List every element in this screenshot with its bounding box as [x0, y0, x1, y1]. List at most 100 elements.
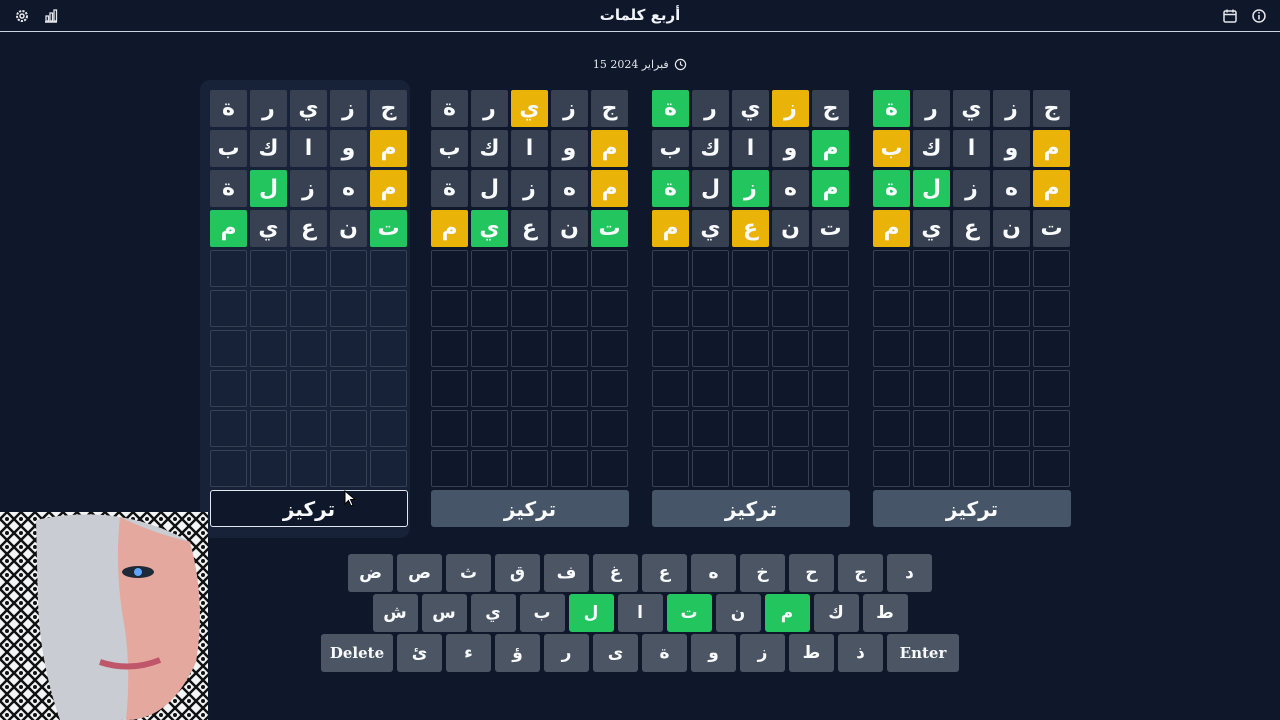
key[interactable]: ا — [617, 594, 663, 632]
letter-tile: ر — [471, 90, 508, 127]
key[interactable]: ئ — [397, 634, 442, 672]
key[interactable]: ش — [372, 594, 418, 632]
letter-tile: ز — [330, 90, 367, 127]
letter-tile: ز — [511, 170, 548, 207]
key[interactable]: ط — [789, 634, 834, 672]
key[interactable]: ى — [593, 634, 638, 672]
focus-button[interactable]: تركيز — [652, 490, 850, 527]
key[interactable]: ة — [642, 634, 687, 672]
letter-tile: ي — [692, 210, 729, 247]
empty-tile — [913, 450, 950, 487]
empty-tile — [431, 290, 468, 327]
word-board-2[interactable]: ج ز ي ر ة م و ا ك ب م ه ز ل ة ت ن ع ي م تركيز — [421, 80, 631, 538]
key[interactable]: ف — [544, 554, 589, 592]
letter-tile: ج — [370, 90, 407, 127]
empty-tile — [330, 370, 367, 407]
empty-tile — [250, 250, 287, 287]
info-icon[interactable] — [1251, 8, 1267, 24]
key[interactable]: ذ — [838, 634, 883, 672]
empty-tile — [873, 450, 910, 487]
key[interactable]: ؤ — [495, 634, 540, 672]
key[interactable]: ح — [789, 554, 834, 592]
focus-button[interactable]: تركيز — [431, 490, 629, 527]
focus-button[interactable]: تركيز — [210, 490, 408, 527]
letter-tile: ا — [511, 130, 548, 167]
letter-tile: ا — [290, 130, 327, 167]
word-board-4[interactable]: ج ز ي ر ة م و ا ك ب م ه ز ل ة ت ن ع ي م تركيز — [863, 80, 1073, 538]
letter-tile: ن — [993, 210, 1030, 247]
letter-tile: ة — [210, 90, 247, 127]
key[interactable]: د — [887, 554, 932, 592]
key[interactable]: ث — [446, 554, 491, 592]
key[interactable]: ع — [642, 554, 687, 592]
empty-tile — [250, 410, 287, 447]
key[interactable]: خ — [740, 554, 785, 592]
letter-tile: ة — [431, 90, 468, 127]
letter-tile: ل — [471, 170, 508, 207]
letter-tile: ك — [471, 130, 508, 167]
empty-tile — [210, 410, 247, 447]
key[interactable]: ض — [348, 554, 393, 592]
key[interactable]: غ — [593, 554, 638, 592]
empty-tile — [732, 450, 769, 487]
empty-tile — [873, 410, 910, 447]
empty-tile — [812, 450, 849, 487]
empty-tile — [812, 250, 849, 287]
letter-tile: ة — [652, 170, 689, 207]
empty-tile — [290, 290, 327, 327]
key[interactable]: ز — [740, 634, 785, 672]
letter-tile: ت — [812, 210, 849, 247]
key[interactable]: ب — [519, 594, 565, 632]
empty-tile — [873, 330, 910, 367]
empty-tile — [873, 290, 910, 327]
empty-tile — [551, 250, 588, 287]
empty-tile — [873, 370, 910, 407]
key[interactable]: ق — [495, 554, 540, 592]
letter-grid: جزيرةمواكبمهزلةتنعيم — [431, 90, 628, 487]
empty-tile — [471, 370, 508, 407]
key[interactable]: م — [764, 594, 810, 632]
enter-key[interactable]: Enter — [887, 634, 959, 672]
letter-tile: ز — [772, 90, 809, 127]
key[interactable]: ط — [862, 594, 908, 632]
key[interactable]: ص — [397, 554, 442, 592]
word-board-3[interactable]: ج ز ي ر ة م و ا ك ب م ه ز ل ة ت ن ع ي م تركيز — [642, 80, 852, 538]
mouse-cursor — [344, 489, 357, 512]
key[interactable]: ر — [544, 634, 589, 672]
empty-tile — [210, 290, 247, 327]
empty-tile — [431, 250, 468, 287]
empty-tile — [511, 370, 548, 407]
empty-tile — [511, 450, 548, 487]
clock-icon — [674, 58, 687, 74]
letter-tile: ز — [551, 90, 588, 127]
key[interactable]: ك — [813, 594, 859, 632]
delete-key[interactable]: Delete — [321, 634, 393, 672]
letter-tile: م — [591, 170, 628, 207]
letter-tile: ة — [873, 90, 910, 127]
key[interactable]: س — [421, 594, 467, 632]
letter-tile: ج — [591, 90, 628, 127]
key[interactable]: ي — [470, 594, 516, 632]
empty-tile — [993, 410, 1030, 447]
empty-tile — [732, 410, 769, 447]
letter-tile: ر — [250, 90, 287, 127]
key[interactable]: ت — [666, 594, 712, 632]
letter-tile: ر — [692, 90, 729, 127]
key[interactable]: ء — [446, 634, 491, 672]
key[interactable]: ل — [568, 594, 614, 632]
key[interactable]: ج — [838, 554, 883, 592]
letter-tile: ب — [652, 130, 689, 167]
letter-tile: ع — [732, 210, 769, 247]
key[interactable]: ه — [691, 554, 736, 592]
empty-tile — [330, 250, 367, 287]
key[interactable]: ن — [715, 594, 761, 632]
focus-button[interactable]: تركيز — [873, 490, 1071, 527]
word-board-1[interactable]: ج ز ي ر ة م و ا ك ب م ه ز ل ة ت ن ع ي م تركيز — [200, 80, 410, 538]
key[interactable]: و — [691, 634, 736, 672]
letter-tile: ز — [993, 90, 1030, 127]
empty-tile — [692, 370, 729, 407]
empty-tile — [511, 250, 548, 287]
empty-tile — [290, 370, 327, 407]
empty-tile — [772, 450, 809, 487]
calendar-icon[interactable] — [1222, 8, 1238, 24]
